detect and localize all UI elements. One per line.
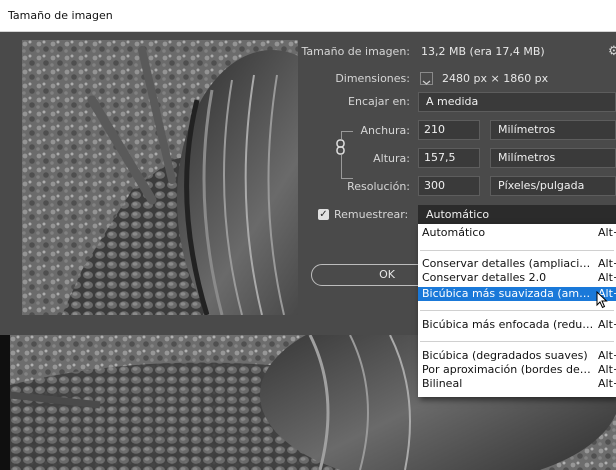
width-unit-select[interactable]: Milímetros [490, 120, 616, 140]
menu-item-bicubica-enfocada[interactable]: Bicúbica más enfocada (reducción) Alt+ [418, 318, 616, 332]
fit-to-value: A medida [426, 95, 479, 108]
dimensions-value: 2480 px × 1860 px [442, 72, 549, 85]
menu-item-label: Bicúbica más suavizada (ampliación) [422, 287, 594, 300]
width-value: 210 [424, 123, 445, 136]
image-preview[interactable] [22, 40, 298, 315]
ok-label: OK [379, 268, 395, 281]
menu-item-shortcut: Alt+ [598, 377, 616, 390]
height-value: 157,5 [424, 151, 456, 164]
resample-checkbox[interactable]: ✓ [318, 209, 329, 220]
menu-item-label: Bicúbica (degradados suaves) [422, 349, 588, 362]
menu-item-label: Por aproximación (bordes definidos) [422, 363, 594, 376]
title-bar: Tamaño de imagen [0, 0, 616, 32]
window-title: Tamaño de imagen [8, 9, 113, 22]
menu-item-conservar-detalles[interactable]: Conservar detalles (ampliación) Alt+ [418, 257, 616, 271]
height-input[interactable]: 157,5 [418, 148, 480, 168]
menu-item-shortcut: Alt+ [598, 257, 616, 270]
fit-to-select[interactable]: A medida [418, 92, 616, 112]
menu-item-shortcut: Alt+ [598, 349, 616, 362]
menu-item-label: Conservar detalles 2.0 [422, 271, 547, 284]
height-label: Altura: [373, 152, 410, 165]
menu-item-shortcut: Alt+ [598, 363, 616, 376]
menu-item-label: Bilineal [422, 377, 463, 390]
menu-item-label: Conservar detalles (ampliación) [422, 257, 594, 270]
resample-dropdown-menu: Automático Alt+ Conservar detalles (ampl… [418, 224, 616, 397]
resolution-unit-value: Píxeles/pulgada [498, 179, 585, 192]
resolution-unit-select[interactable]: Píxeles/pulgada [490, 176, 616, 196]
menu-item-label: Bicúbica más enfocada (reducción) [422, 318, 594, 331]
resolution-label: Resolución: [347, 180, 410, 193]
height-unit-value: Milímetros [498, 151, 556, 164]
menu-item-shortcut: Alt+ [598, 318, 616, 331]
resolution-value: 300 [424, 179, 445, 192]
menu-item-label: Automático [422, 226, 486, 239]
menu-item-por-aproximacion[interactable]: Por aproximación (bordes definidos) Alt+ [418, 363, 616, 377]
gear-icon[interactable]: ⚙ [608, 44, 616, 59]
resample-value: Automático [426, 208, 490, 221]
menu-item-shortcut: Alt+ [598, 226, 616, 239]
menu-item-bilineal[interactable]: Bilineal Alt+ [418, 377, 616, 391]
width-input[interactable]: 210 [418, 120, 480, 140]
width-label: Anchura: [360, 124, 410, 137]
resample-select[interactable]: Automático [418, 205, 616, 225]
menu-separator [420, 310, 614, 311]
resolution-input[interactable]: 300 [418, 176, 480, 196]
menu-item-automatico[interactable]: Automático Alt+ [418, 226, 616, 240]
mouse-pointer-icon [596, 290, 608, 313]
image-size-value: 13,2 MB (era 17,4 MB) [421, 45, 545, 58]
dimensions-label: Dimensiones: [335, 72, 410, 85]
menu-item-bicubica[interactable]: Bicúbica (degradados suaves) Alt+ [418, 349, 616, 363]
menu-separator [420, 341, 614, 342]
menu-item-bicubica-suavizada[interactable]: Bicúbica más suavizada (ampliación) Alt+ [418, 287, 616, 301]
fit-to-label: Encajar en: [348, 95, 410, 108]
menu-separator [420, 250, 614, 251]
menu-item-conservar-detalles-2[interactable]: Conservar detalles 2.0 Alt+ [418, 271, 616, 285]
menu-item-shortcut: Alt+ [598, 271, 616, 284]
chevron-down-icon[interactable] [420, 72, 433, 85]
height-unit-select[interactable]: Milímetros [490, 148, 616, 168]
width-unit-value: Milímetros [498, 123, 556, 136]
resample-label: Remuestrear: [334, 208, 409, 221]
image-size-label: Tamaño de imagen: [301, 45, 410, 58]
